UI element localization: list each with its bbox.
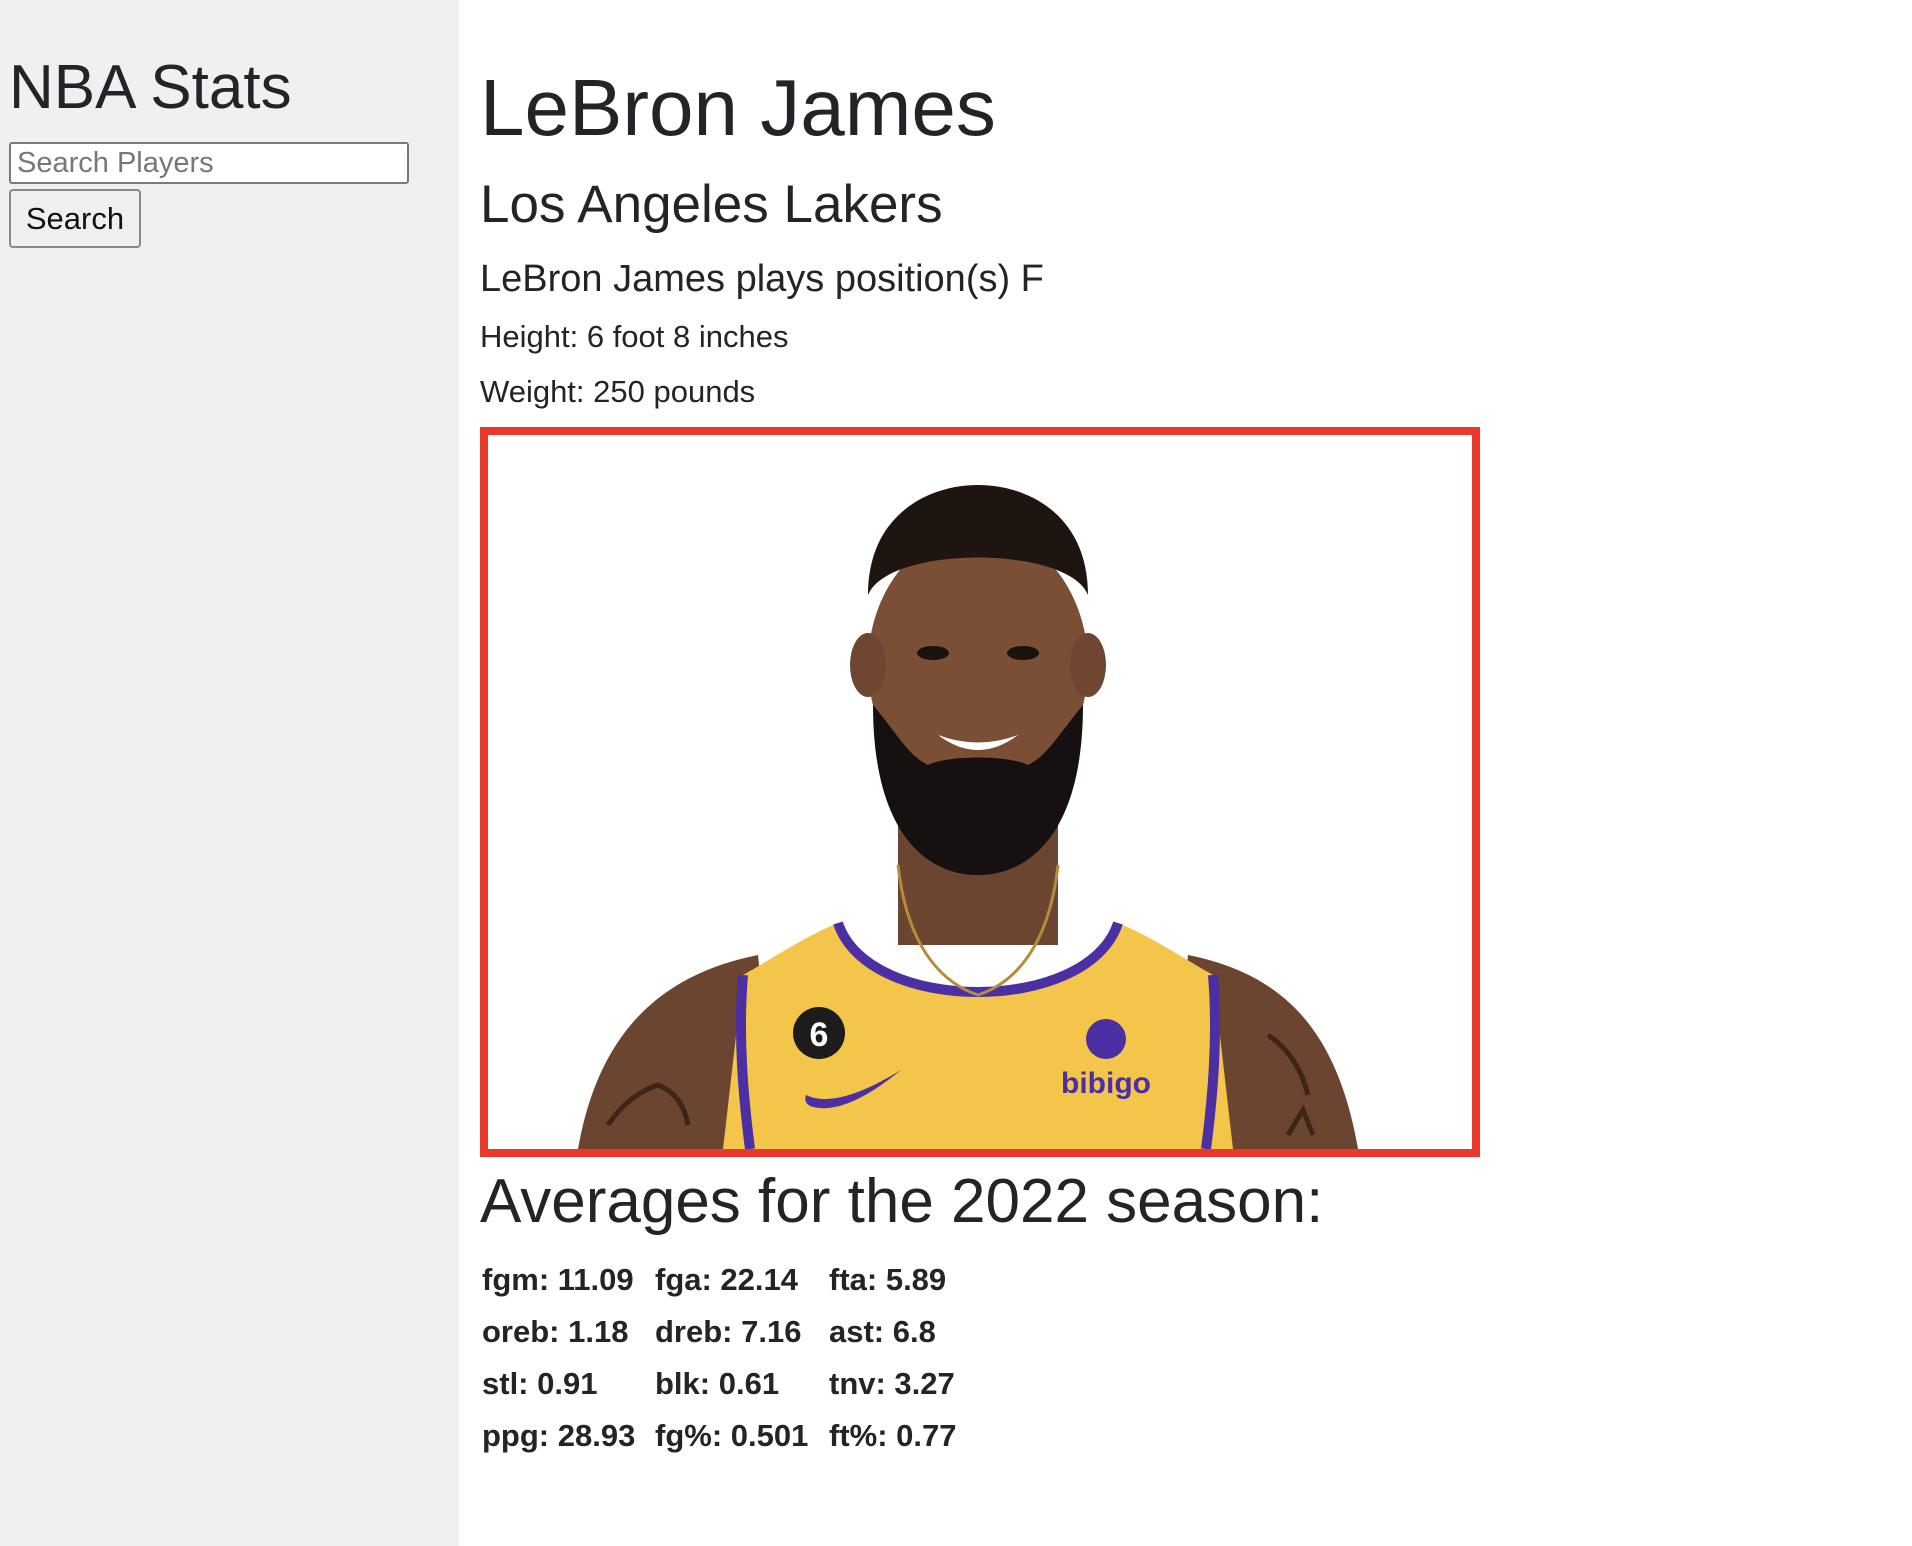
player-height: Height: 6 foot 8 inches — [480, 319, 789, 354]
team-name: Los Angeles Lakers — [480, 175, 943, 234]
player-position: LeBron James plays position(s) F — [480, 258, 1044, 300]
sidebar: NBA Stats Search — [0, 0, 459, 1546]
player-portrait: 6 bibigo — [578, 485, 1358, 1149]
stat-dreb: dreb: 7.16 — [655, 1314, 802, 1349]
stat-fta: fta: 5.89 — [829, 1262, 947, 1297]
stat-fgm: fgm: 11.09 — [482, 1262, 634, 1297]
stat-blk: blk: 0.61 — [655, 1366, 780, 1401]
ear-right — [1070, 633, 1106, 697]
player-photo: 6 bibigo — [480, 427, 1480, 1157]
search-button[interactable]: Search — [9, 189, 141, 248]
search-input[interactable] — [9, 142, 409, 184]
sponsor-text: bibigo — [1061, 1067, 1151, 1100]
stats-table: fgm: 11.09 fga: 22.14 fta: 5.89 oreb: 1.… — [482, 1254, 979, 1462]
averages-title: Averages for the 2022 season: — [480, 1167, 1324, 1236]
app-title: NBA Stats — [9, 53, 292, 122]
ear-left — [850, 633, 886, 697]
stat-ft-pct: ft%: 0.77 — [829, 1418, 957, 1453]
player-weight: Weight: 250 pounds — [480, 374, 756, 409]
player-name: LeBron James — [480, 63, 996, 152]
stat-fga: fga: 22.14 — [655, 1262, 799, 1297]
stat-oreb: oreb: 1.18 — [482, 1314, 629, 1349]
stat-fg-pct: fg%: 0.501 — [655, 1418, 809, 1453]
stat-ast: ast: 6.8 — [829, 1314, 936, 1349]
sponsor-logo — [1086, 1019, 1126, 1059]
stat-ppg: ppg: 28.93 — [482, 1418, 636, 1453]
stat-tnv: tnv: 3.27 — [829, 1366, 955, 1401]
player-detail: LeBron James Los Angeles Lakers LeBron J… — [459, 0, 1912, 1546]
jersey-number: 6 — [810, 1016, 829, 1054]
stat-stl: stl: 0.91 — [482, 1366, 598, 1401]
eye-left — [917, 646, 949, 660]
eye-right — [1007, 646, 1039, 660]
